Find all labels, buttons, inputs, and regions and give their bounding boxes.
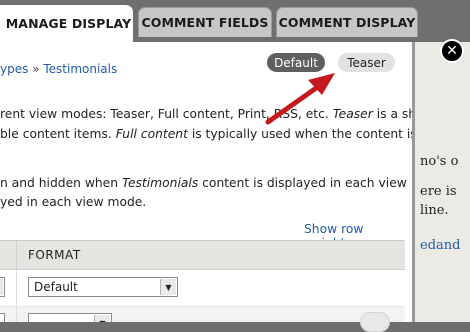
annotation-arrow-icon <box>265 73 335 125</box>
annotation-arrow-shaft <box>265 83 322 125</box>
